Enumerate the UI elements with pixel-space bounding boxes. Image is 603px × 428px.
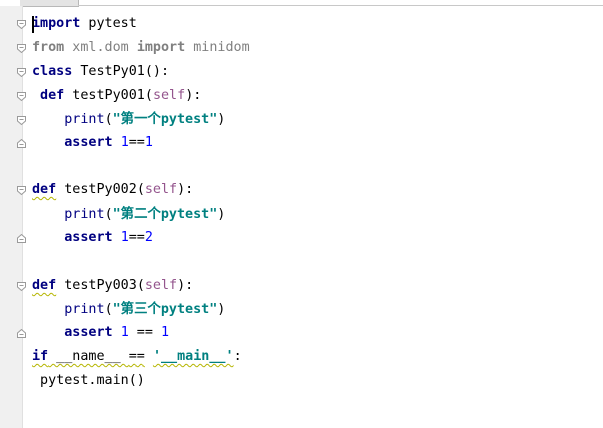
code-token: pytest.main() — [32, 373, 145, 388]
code-token: ( — [136, 182, 145, 197]
code-token: testPy002 — [56, 182, 137, 197]
code-token: class — [32, 64, 73, 79]
code-token: 2 — [144, 230, 153, 245]
code-line[interactable]: assert 1==2 — [32, 228, 153, 248]
code-token: == — [128, 230, 145, 245]
code-line[interactable]: def testPy002(self): — [32, 180, 193, 200]
code-token: (): — [144, 64, 170, 79]
active-file-tab[interactable] — [20, 0, 79, 7]
code-token: : — [233, 349, 242, 364]
code-token: ): — [177, 278, 194, 293]
code-line[interactable]: print("第一个pytest") — [32, 110, 225, 130]
code-token: import — [32, 16, 81, 31]
fold-open-icon[interactable] — [17, 92, 26, 101]
code-token: "第二个pytest" — [112, 207, 218, 222]
code-token: ( — [104, 112, 113, 127]
code-line[interactable]: print("第二个pytest") — [32, 205, 225, 225]
code-line[interactable]: import pytest — [32, 14, 137, 34]
code-token: ): — [185, 88, 202, 103]
code-token: == — [128, 135, 145, 150]
code-token: def — [32, 88, 65, 103]
code-token: == — [128, 325, 161, 340]
code-token: TestPy01 — [72, 64, 145, 79]
code-token: def — [32, 278, 57, 293]
code-token: '__main__' — [152, 349, 234, 364]
code-line[interactable]: assert 1 == 1 — [32, 323, 169, 343]
code-token: "第三个pytest" — [112, 302, 218, 317]
code-line[interactable]: pytest.main() — [32, 371, 145, 391]
code-token: ) — [217, 112, 226, 127]
code-line[interactable]: from xml.dom import minidom — [32, 38, 250, 58]
code-token: ( — [104, 207, 113, 222]
code-token: print — [32, 207, 105, 222]
code-token: ( — [104, 302, 113, 317]
code-token: == — [128, 349, 145, 364]
code-token: 1 — [144, 135, 153, 150]
code-token: ) — [217, 207, 226, 222]
code-line[interactable]: class TestPy01(): — [32, 62, 169, 82]
code-line[interactable]: assert 1==1 — [32, 133, 153, 153]
code-token: testPy003 — [56, 278, 137, 293]
code-token: print — [32, 112, 105, 127]
code-token: assert — [32, 135, 113, 150]
fold-end-icon[interactable] — [17, 139, 26, 148]
code-token: xml.dom — [64, 40, 137, 55]
code-line[interactable]: print("第三个pytest") — [32, 300, 225, 320]
code-token: minidom — [185, 40, 250, 55]
code-token: assert — [32, 230, 113, 245]
code-token: 1 — [120, 325, 129, 340]
code-token: self — [152, 88, 186, 103]
fold-open-icon[interactable] — [17, 20, 26, 29]
code-line[interactable]: def testPy003(self): — [32, 276, 193, 296]
fold-open-icon[interactable] — [17, 68, 26, 77]
code-token: pytest — [80, 16, 137, 31]
code-token: print — [32, 302, 105, 317]
tab-strip-border — [78, 5, 603, 6]
fold-open-icon[interactable] — [17, 116, 26, 125]
code-token: self — [144, 278, 178, 293]
code-token: ( — [144, 88, 153, 103]
code-token: self — [144, 182, 178, 197]
code-token: "第一个pytest" — [112, 112, 218, 127]
fold-end-icon[interactable] — [17, 234, 26, 243]
code-line[interactable]: def testPy001(self): — [32, 86, 201, 106]
fold-open-icon[interactable] — [17, 186, 26, 195]
code-line[interactable]: if __name__ == '__main__': — [32, 347, 242, 367]
code-token: __name__ — [48, 349, 129, 364]
fold-end-icon[interactable] — [17, 329, 26, 338]
code-token: import — [136, 40, 186, 55]
code-token: 1 — [120, 135, 129, 150]
code-token: from — [32, 40, 65, 55]
code-token: ( — [136, 278, 145, 293]
code-token: 1 — [161, 325, 170, 340]
code-token: testPy001 — [64, 88, 145, 103]
editor-tab-strip — [0, 0, 603, 7]
code-token: if — [32, 349, 49, 364]
fold-open-icon[interactable] — [17, 44, 26, 53]
fold-open-icon[interactable] — [17, 282, 26, 291]
code-token: assert — [32, 325, 113, 340]
code-token: ): — [177, 182, 194, 197]
code-token: 1 — [120, 230, 129, 245]
code-token: ) — [217, 302, 226, 317]
code-token: def — [32, 182, 57, 197]
text-caret — [32, 16, 34, 33]
